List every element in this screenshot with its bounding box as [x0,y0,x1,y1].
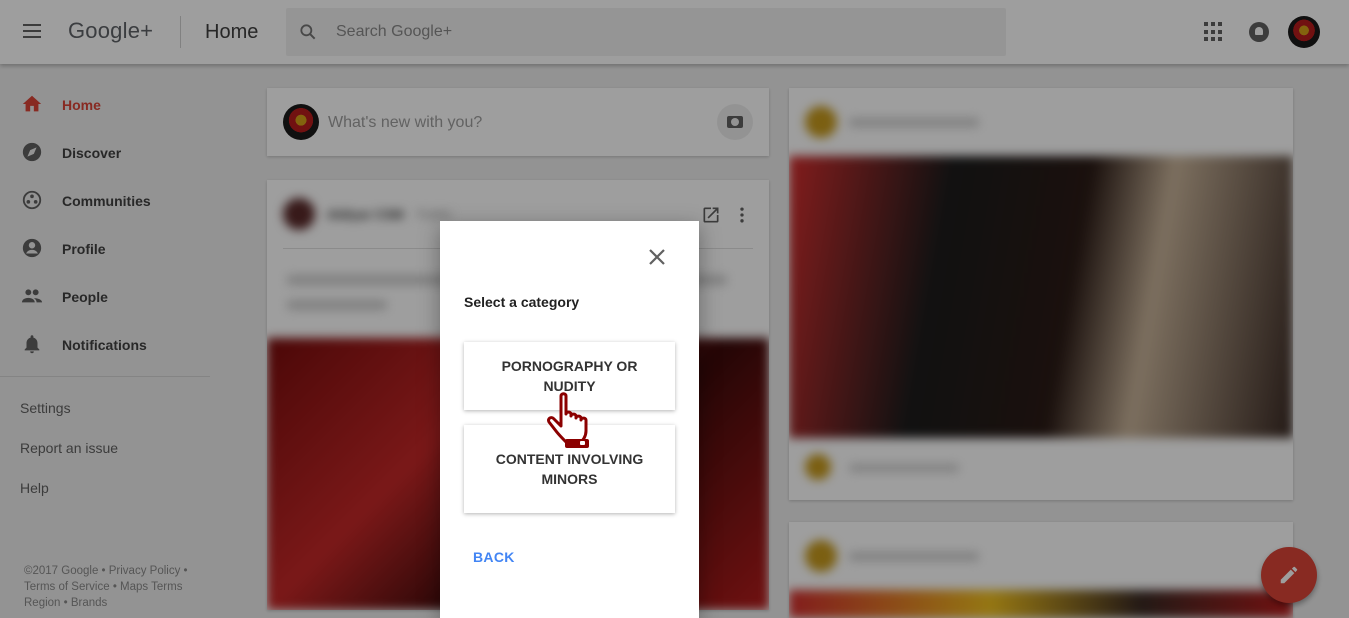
dialog-title: Select a category [464,294,580,310]
category-label: CONTENT INVOLVING MINORS [495,451,644,487]
pointing-hand-icon [547,392,589,448]
back-button[interactable]: BACK [473,549,515,565]
close-icon[interactable] [645,245,669,269]
